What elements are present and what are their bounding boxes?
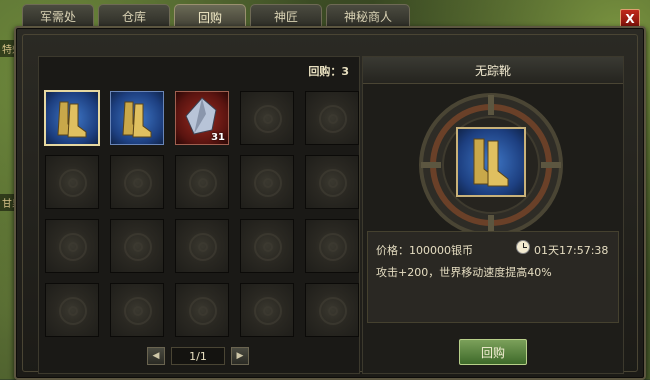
inventory-slot[interactable]	[45, 283, 99, 337]
inventory-slot[interactable]	[110, 283, 164, 337]
inventory-slot[interactable]	[44, 90, 100, 146]
inventory-grid: 31	[44, 90, 359, 337]
inventory-slot[interactable]	[240, 91, 294, 145]
boots-icon	[122, 101, 152, 138]
inventory-slot[interactable]	[240, 155, 294, 209]
empty-slot-emblem-icon	[124, 297, 152, 325]
empty-slot-emblem-icon	[189, 233, 217, 261]
empty-slot-emblem-icon	[254, 169, 282, 197]
selected-item-icon	[456, 127, 526, 197]
inventory-slot[interactable]: 31	[175, 91, 229, 145]
empty-slot-emblem-icon	[254, 105, 282, 133]
item-quantity: 31	[211, 132, 225, 143]
inventory-slot[interactable]	[45, 219, 99, 273]
pagination: ◀ 1/1 ▶	[147, 347, 249, 365]
inventory-slot[interactable]	[305, 155, 359, 209]
item-info-box: 价格：100000银币 01天17:57:38 攻击+200，世界移动速度提高4…	[367, 231, 619, 323]
empty-slot-emblem-icon	[124, 233, 152, 261]
boots-icon	[57, 101, 87, 138]
inventory-slot[interactable]	[45, 155, 99, 209]
empty-slot-emblem-icon	[319, 297, 347, 325]
item-name: 无踪靴	[363, 57, 623, 84]
buyback-panel: 回购：3 31 ◀ 1/1 ▶	[38, 56, 360, 374]
empty-slot-emblem-icon	[254, 233, 282, 261]
tab-military-supply[interactable]: 军需处	[22, 4, 94, 28]
empty-slot-emblem-icon	[189, 169, 217, 197]
empty-slot-emblem-icon	[59, 169, 87, 197]
clock-icon	[516, 240, 530, 254]
inventory-slot[interactable]	[175, 219, 229, 273]
inventory-slot[interactable]	[175, 283, 229, 337]
empty-slot-emblem-icon	[319, 169, 347, 197]
empty-slot-emblem-icon	[319, 233, 347, 261]
inventory-slot[interactable]	[305, 283, 359, 337]
empty-slot-emblem-icon	[59, 233, 87, 261]
inventory-slot[interactable]	[110, 219, 164, 273]
inventory-slot[interactable]	[175, 155, 229, 209]
boots-icon	[473, 138, 509, 187]
tab-craftsman[interactable]: 神匠	[250, 4, 322, 28]
tab-mystery-merchant[interactable]: 神秘商人	[326, 4, 410, 28]
inventory-slot[interactable]	[110, 155, 164, 209]
empty-slot-emblem-icon	[59, 297, 87, 325]
inventory-slot[interactable]	[240, 283, 294, 337]
empty-slot-emblem-icon	[124, 169, 152, 197]
buyback-button[interactable]: 回购	[459, 339, 527, 365]
page-indicator: 1/1	[171, 347, 225, 365]
empty-slot-emblem-icon	[319, 105, 347, 133]
expire-timer: 01天17:57:38	[534, 244, 609, 257]
item-detail-panel: 无踪靴 价格：100000银币 01天17:57:38 攻击+200，世界移动速…	[362, 56, 624, 374]
inventory-slot[interactable]	[240, 219, 294, 273]
item-price: 价格：100000银币	[376, 244, 473, 257]
inventory-slot[interactable]	[110, 91, 164, 145]
empty-slot-emblem-icon	[254, 297, 282, 325]
empty-slot-emblem-icon	[189, 297, 217, 325]
inventory-slot[interactable]	[305, 91, 359, 145]
prev-page-button[interactable]: ◀	[147, 347, 165, 365]
inventory-slot[interactable]	[305, 219, 359, 273]
buyback-count: 回购：3	[308, 65, 349, 78]
item-attributes: 攻击+200，世界移动速度提高40%	[376, 266, 552, 279]
next-page-button[interactable]: ▶	[231, 347, 249, 365]
tab-warehouse[interactable]: 仓库	[98, 4, 170, 28]
